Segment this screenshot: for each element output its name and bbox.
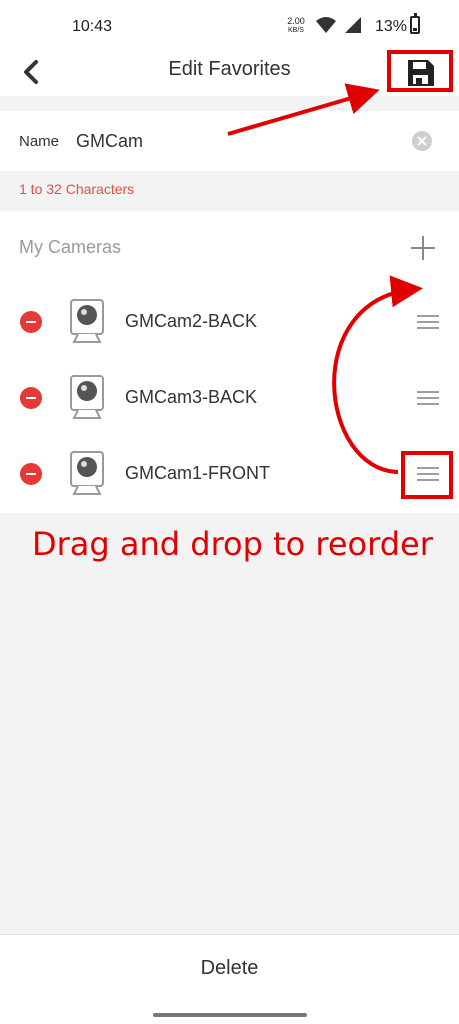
battery-icon	[410, 13, 420, 34]
camera-name: GMCam1-FRONT	[125, 463, 270, 483]
remove-camera-button[interactable]	[20, 311, 42, 333]
clear-button[interactable]	[412, 131, 432, 151]
plus-icon	[411, 236, 435, 260]
drag-handle-highlight-box	[401, 451, 453, 499]
clear-icon	[417, 136, 427, 146]
add-camera-button[interactable]	[408, 233, 438, 263]
name-field-row: Name	[0, 111, 459, 171]
annotation-text: Drag and drop to reorder	[32, 525, 433, 563]
camera-icon	[70, 451, 104, 495]
cellular-signal-icon	[345, 17, 361, 33]
battery-percentage: 13%	[375, 18, 408, 35]
camera-icon	[70, 375, 104, 419]
camera-row[interactable]: GMCam1-FRONT	[0, 436, 459, 512]
remove-camera-button[interactable]	[20, 463, 42, 485]
status-bar: 10:43 2.00 KB/S 13%	[0, 0, 459, 48]
camera-icon	[70, 299, 104, 343]
home-indicator[interactable]	[153, 1013, 307, 1017]
name-label: Name	[19, 133, 60, 150]
camera-row[interactable]: GMCam2-BACK	[0, 284, 459, 360]
status-time: 10:43	[72, 18, 113, 35]
network-speed: 2.00 KB/S	[285, 17, 307, 35]
cameras-section: My Cameras GMCam2-BACK GMCam3-BACK GMCam…	[0, 211, 459, 513]
drag-handle-icon[interactable]	[417, 315, 439, 329]
network-speed-value: 2.00	[287, 16, 305, 26]
network-speed-unit: KB/S	[288, 27, 304, 34]
name-input[interactable]	[76, 129, 396, 153]
camera-row[interactable]: GMCam3-BACK	[0, 360, 459, 436]
section-title: My Cameras	[19, 237, 122, 257]
wifi-icon	[316, 17, 336, 33]
camera-name: GMCam2-BACK	[125, 311, 258, 331]
delete-button[interactable]: Delete	[0, 957, 459, 980]
hint-row: 1 to 32 Characters	[0, 171, 459, 211]
drag-handle-icon[interactable]	[417, 391, 439, 405]
remove-camera-button[interactable]	[20, 387, 42, 409]
camera-name: GMCam3-BACK	[125, 387, 258, 407]
save-highlight-box	[387, 50, 453, 92]
name-hint: 1 to 32 Characters	[19, 181, 135, 197]
bottom-bar: Delete	[0, 934, 459, 1024]
